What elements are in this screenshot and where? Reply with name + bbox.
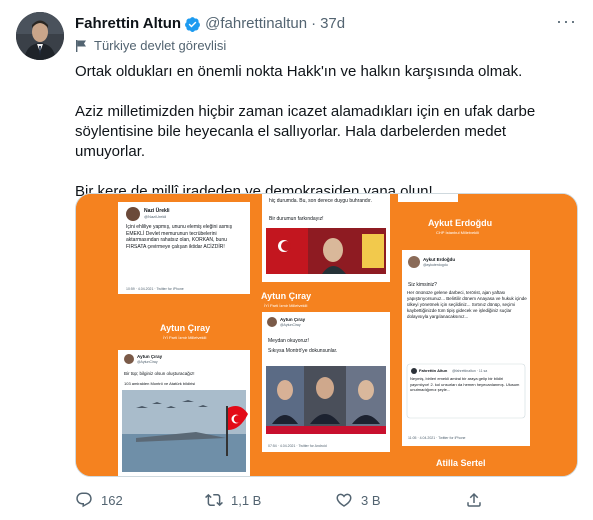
reply-count: 162: [101, 492, 123, 508]
collage-mid-handle: @AytunCiray: [280, 323, 301, 327]
retweet-icon: [205, 493, 223, 507]
collage-card-aykut: Aykut Erdoğdu @aykuterdogdu Siz kimsiniz…: [402, 250, 530, 446]
avatar-image: [16, 12, 64, 60]
collage-mid-body1: Meydan okuyoruz!: [268, 338, 309, 344]
collage-card-nazi-footer: 10:59 · 4.04.2021 · Twitter for iPhone: [126, 287, 184, 291]
collage-aytun-left-sub: İYİ Parti İzmir Milletvekili: [163, 335, 206, 340]
heart-icon: [336, 493, 352, 507]
author-handle[interactable]: @fahrettinaltun: [205, 14, 307, 34]
collage-aykut-q: Siz kimsiniz?: [408, 282, 437, 288]
more-options-icon[interactable]: ···: [556, 12, 577, 30]
avatar[interactable]: [16, 12, 64, 60]
collage-mid-footer: 07:54 · 4.04.2021 · Twitter for Android: [268, 444, 327, 448]
collage-mid-name: Aytun Çıray: [280, 317, 306, 322]
like-button[interactable]: 3 B: [335, 491, 465, 509]
collage-aykut-footer: 11:05 · 4.04.2021 · Twitter for iPhone: [408, 436, 466, 440]
government-label-text: Türkiye devlet görevlisi: [94, 38, 227, 53]
collage-left-handle: @AytunCiray: [137, 360, 158, 364]
flag-icon: [76, 40, 86, 52]
retweet-button[interactable]: 1,1 B: [205, 491, 335, 509]
collage-aytun-left-name: Aytun Çıray: [160, 323, 210, 333]
collage-left-name: Aytun Çıray: [137, 354, 163, 359]
collage-aykut-name: Aykut Erdoğdu: [428, 218, 492, 228]
tweet-paragraph: Ortak oldukları en önemli nokta Hakk'ın …: [75, 63, 523, 80]
collage-card-nazi-body: İçini ehliliye yapmış, ununu elemiş eleğ…: [126, 224, 233, 250]
like-count: 3 B: [361, 492, 381, 508]
collage-card-nazi: Nazi Ürekli @NaziUrekli İçini ehliliye y…: [118, 202, 250, 294]
collage-aykut-body: Her önünüze gelene darbeci, terörist, aj…: [407, 290, 527, 319]
author-name[interactable]: Fahrettin Altun: [75, 14, 181, 34]
government-label: Türkiye devlet görevlisi: [75, 38, 226, 54]
verified-badge-icon: [184, 16, 201, 33]
reply-icon: [76, 492, 92, 508]
share-icon: [467, 492, 481, 507]
collage-aykut-tweet-handle: @aykuterdogdu: [423, 263, 448, 267]
separator-dot: ·: [311, 15, 317, 32]
tweet-header: Fahrettin Altun @fahrettinaltun · 37d ··…: [75, 12, 577, 34]
collage-card-aytun-left: Aytun Çıray @AytunCiray Bir tüp; bilgini…: [118, 350, 250, 476]
collage-aytun-mid-sub: İYİ Parti İzmir Milletvekili: [264, 303, 307, 308]
collage-card-top-mid: hiç durumda. Bu, son derece duygu buhran…: [262, 194, 390, 282]
share-button[interactable]: [465, 491, 483, 509]
collage-card-nazi-handle: @NaziUrekli: [144, 214, 166, 219]
collage-atilla-label: Atilla Sertel: [436, 458, 486, 468]
collage-top-mid-text: hiç durumda. Bu, son derece duygu buhran…: [269, 198, 372, 204]
tweet-paragraph: Aziz milletimizden hiçbir zaman icazet a…: [75, 103, 536, 160]
collage-aykut-sub: CHP İstanbul Milletvekili: [436, 230, 479, 235]
collage-left-body: Bir tüp; bilginiz olsun oluşturacağız!: [124, 371, 195, 376]
collage-mid-body2: Sıkıysa Montrö'ye dokunsunlar.: [268, 348, 337, 354]
retweet-count: 1,1 B: [231, 492, 262, 508]
collage-aytun-mid-name: Aytun Çıray: [261, 291, 311, 301]
collage-top-mid-text2: Bir durumun farkındayız!: [269, 216, 323, 222]
collage-card-nazi-name: Nazi Ürekli: [144, 207, 170, 214]
timestamp[interactable]: 37d: [320, 14, 345, 34]
collage-left-quote: 103 amiralden Montrö ve Atatürk bildiris…: [124, 381, 195, 386]
collage-aykut-quote-name: Fahrettin Altun: [419, 368, 448, 373]
collage-aykut-tweet-name: Aykut Erdoğdu: [423, 257, 455, 262]
collage-card-aytun-mid: Aytun Çıray @AytunCiray Meydan okuyoruz!…: [262, 312, 390, 452]
tweet: Fahrettin Altun @fahrettinaltun · 37d ··…: [0, 0, 593, 520]
tweet-actions: 162 1,1 B 3 B: [75, 488, 515, 512]
collage-aykut-quote-body: Neymiş, birileri emekli amiral bir araya…: [410, 376, 520, 392]
collage-aykut-quote-handle: @fahrettinaltun · 11 sa: [452, 369, 487, 373]
tweet-media-image[interactable]: Nazi Ürekli @NaziUrekli İçini ehliliye y…: [75, 193, 578, 477]
reply-button[interactable]: 162: [75, 491, 205, 509]
screenshot-collage: Nazi Ürekli @NaziUrekli İçini ehliliye y…: [76, 194, 577, 476]
